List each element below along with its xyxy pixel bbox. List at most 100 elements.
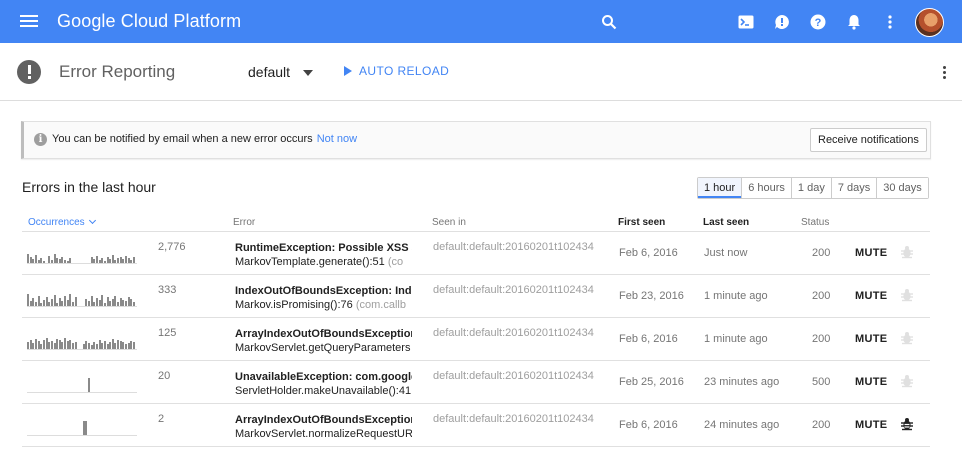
range-30-days[interactable]: 30 days [876,178,928,198]
receive-notifications-button[interactable]: Receive notifications [810,128,927,152]
error-title: ArrayIndexOutOfBoundsException: [235,328,412,340]
avatar[interactable] [915,8,944,37]
svg-text:?: ? [815,17,822,29]
status-code: 200 [812,290,831,302]
auto-reload-label: AUTO RELOAD [359,64,450,78]
error-summary[interactable]: UnavailableException: com.google. Servle… [235,370,412,398]
occurrence-count: 125 [158,327,177,339]
chevron-down-icon [88,216,96,225]
last-seen: 1 minute ago [704,290,768,302]
error-title: ArrayIndexOutOfBoundsException: [235,414,412,426]
notice-text: You can be notified by email when a new … [52,133,313,145]
header-occurrences[interactable]: Occurrences [28,216,96,228]
error-location: ServletHolder.makeUnavailable():41 [235,385,412,397]
error-title: RuntimeException: Possible XSS at [235,242,412,254]
first-seen: Feb 6, 2016 [619,419,678,431]
auto-reload-button[interactable]: AUTO RELOAD [344,64,449,78]
more-vert-icon[interactable] [881,13,899,31]
cloud-shell-icon[interactable] [737,13,755,31]
search-icon[interactable] [600,13,618,31]
info-icon: i [34,133,47,146]
play-icon [344,66,352,76]
seen-in: default:default:20160201t102434 [433,413,594,425]
mute-button[interactable]: MUTE [855,376,887,388]
range-1-hour[interactable]: 1 hour [698,178,742,198]
last-seen: 24 minutes ago [704,419,780,431]
table-row[interactable]: 2 ArrayIndexOutOfBoundsException: Markov… [22,404,930,447]
header-status[interactable]: Status [801,217,829,228]
first-seen: Feb 6, 2016 [619,333,678,345]
status-code: 500 [812,376,831,388]
first-seen: Feb 6, 2016 [619,247,678,259]
error-location: MarkovServlet.getQueryParameters [235,342,411,354]
brand-title[interactable]: Google Cloud Platform [57,11,241,32]
header-occurrences-label: Occurrences [28,217,85,228]
section-title: Errors in the last hour [22,179,156,195]
error-summary[interactable]: ArrayIndexOutOfBoundsException: MarkovSe… [235,413,412,441]
seen-in: default:default:20160201t102434 [433,370,594,382]
error-location: MarkovTemplate.generate():51 [235,256,385,268]
not-now-link[interactable]: Not now [317,133,357,145]
page-title: Error Reporting [59,62,176,81]
feedback-icon[interactable] [773,13,791,31]
error-table: 2,776 RuntimeException: Possible XSS at … [22,232,930,447]
time-range-selector: 1 hour 6 hours 1 day 7 days 30 days [697,177,929,199]
table-row[interactable]: 20 UnavailableException: com.google. Ser… [22,361,930,404]
menu-icon[interactable] [20,15,38,28]
error-location-extra: (co [384,256,404,268]
seen-in: default:default:20160201t102434 [433,327,594,339]
occurrence-count: 2 [158,413,165,425]
first-seen: Feb 23, 2016 [619,290,684,302]
notification-banner: i You can be notified by email when a ne… [21,121,931,159]
error-summary[interactable]: RuntimeException: Possible XSS at Markov… [235,241,412,269]
help-icon[interactable]: ? [809,13,827,31]
error-location: MarkovServlet.normalizeRequestUR [235,428,412,440]
occurrence-sparkline [27,414,137,436]
bug-icon[interactable] [900,288,914,302]
mute-button[interactable]: MUTE [855,247,887,259]
notifications-icon[interactable] [845,13,863,31]
table-row[interactable]: 333 IndexOutOfBoundsException: Inde Mark… [22,275,930,318]
error-location: Markov.isPromising():76 [235,299,353,311]
range-6-hours[interactable]: 6 hours [741,178,791,198]
status-code: 200 [812,247,831,259]
mute-button[interactable]: MUTE [855,290,887,302]
error-title: IndexOutOfBoundsException: Inde [235,285,412,297]
occurrence-sparkline [27,371,137,393]
occurrence-sparkline [27,242,137,264]
page-more-icon[interactable] [943,66,947,80]
range-7-days[interactable]: 7 days [830,178,877,198]
error-summary[interactable]: ArrayIndexOutOfBoundsException: MarkovSe… [235,327,412,355]
caret-down-icon[interactable] [303,70,313,76]
error-title: UnavailableException: com.google. [235,371,412,383]
occurrence-sparkline [27,285,137,307]
top-app-bar: Google Cloud Platform ? [0,0,962,43]
header-seen-in[interactable]: Seen in [432,217,466,228]
mute-button[interactable]: MUTE [855,333,887,345]
range-1-day[interactable]: 1 day [790,178,831,198]
table-row[interactable]: 2,776 RuntimeException: Possible XSS at … [22,232,930,275]
last-seen: 23 minutes ago [704,376,780,388]
header-last-seen[interactable]: Last seen [703,217,749,228]
bug-icon[interactable] [900,374,914,388]
bug-icon[interactable] [900,245,914,259]
table-row[interactable]: 125 ArrayIndexOutOfBoundsException: Mark… [22,318,930,361]
header-first-seen[interactable]: First seen [618,217,665,228]
occurrence-count: 20 [158,370,171,382]
header-error[interactable]: Error [233,217,255,228]
bug-icon[interactable] [900,417,914,431]
error-location-extra: (com.callb [352,299,406,311]
seen-in: default:default:20160201t102434 [433,284,594,296]
project-selector[interactable]: default [248,64,290,80]
error-summary[interactable]: IndexOutOfBoundsException: Inde Markov.i… [235,284,412,312]
page-header: Error Reporting default AUTO RELOAD [0,43,962,101]
seen-in: default:default:20160201t102434 [433,241,594,253]
mute-button[interactable]: MUTE [855,419,887,431]
occurrence-count: 2,776 [158,241,186,253]
last-seen: Just now [704,247,748,259]
bug-icon[interactable] [900,331,914,345]
occurrence-sparkline [27,328,137,350]
first-seen: Feb 25, 2016 [619,376,684,388]
occurrence-count: 333 [158,284,177,296]
table-header: Occurrences Error Seen in First seen Las… [22,215,930,232]
